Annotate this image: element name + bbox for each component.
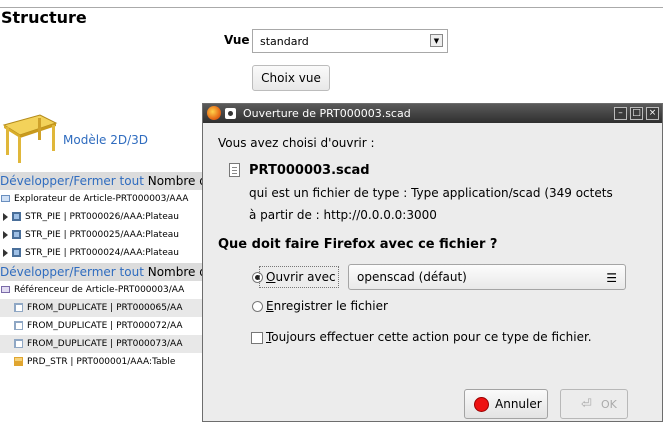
always-do-label[interactable]: Toujours effectuer cette action pour ce … [266, 330, 592, 344]
tree-row[interactable]: FROM_DUPLICATE | PRT000073/AA [0, 335, 205, 353]
open-with-label[interactable]: Ouvrir avec [266, 270, 336, 284]
save-file-radio[interactable] [252, 301, 263, 312]
tree-row-label: Explorateur de Article-PRT000003/AAA [14, 194, 189, 204]
tree-row-label: FROM_DUPLICATE | PRT000073/AA [27, 339, 183, 349]
explorer-icon [1, 195, 10, 202]
table-3d-icon[interactable] [0, 107, 58, 165]
section-count-label: Nombre de [147, 265, 205, 279]
section-count-label: Nombre de [147, 174, 205, 188]
expand-collapse-all-link[interactable]: Développer/Fermer tout [0, 174, 144, 188]
page-title: Structure [1, 8, 87, 27]
dialog-title: Ouverture de PRT000003.scad [243, 107, 411, 120]
choix-vue-button[interactable]: Choix vue [252, 65, 330, 91]
stop-icon [474, 397, 489, 412]
vue-select[interactable]: standard ▼ [252, 29, 448, 53]
tree-row[interactable]: STR_PIE | PRT000024/AAA:Plateau [0, 244, 205, 262]
ok-button-label: OK [601, 398, 617, 411]
tree-row-label: STR_PIE | PRT000024/AAA:Plateau [25, 248, 179, 258]
ok-button[interactable]: ⏎ OK [560, 389, 628, 419]
firefox-icon [207, 106, 221, 120]
tree-row-label: PRD_STR | PRT000001/AAA:Table [27, 357, 176, 367]
tree-section-header: Développer/Fermer tout Nombre de [0, 172, 205, 190]
expand-arrow-icon[interactable] [3, 248, 8, 257]
maximize-icon[interactable]: □ [630, 107, 643, 120]
expand-arrow-icon[interactable] [3, 212, 8, 221]
referencer-icon [1, 286, 10, 293]
product-icon [14, 357, 23, 366]
tree-row-label: FROM_DUPLICATE | PRT000065/AA [27, 303, 183, 313]
save-file-label[interactable]: Enregistrer le fichier [266, 299, 388, 313]
close-icon[interactable]: × [646, 107, 659, 120]
enter-arrow-icon: ⏎ [581, 397, 592, 412]
file-icon [229, 163, 240, 177]
expand-collapse-all-link[interactable]: Développer/Fermer tout [0, 265, 144, 279]
tree-section-header: Développer/Fermer tout Nombre de [0, 263, 205, 281]
file-type-line: qui est un fichier de type : Type applic… [249, 186, 613, 200]
cancel-button-label: Annuler [495, 397, 542, 411]
duplicate-icon [14, 339, 23, 348]
part-icon [12, 230, 21, 239]
duplicate-icon [14, 303, 23, 312]
tree-row[interactable]: STR_PIE | PRT000025/AAA:Plateau [0, 226, 205, 244]
minimize-icon[interactable]: – [614, 107, 627, 120]
top-divider [0, 7, 663, 8]
tree-row[interactable]: Explorateur de Article-PRT000003/AAA [0, 190, 205, 208]
model-2d3d-link[interactable]: Modèle 2D/3D [63, 133, 148, 147]
cancel-button[interactable]: Annuler [464, 389, 548, 419]
tree-row[interactable]: FROM_DUPLICATE | PRT000065/AA [0, 299, 205, 317]
chevron-down-icon[interactable]: ▼ [430, 34, 443, 47]
tree-row-label: FROM_DUPLICATE | PRT000072/AA [27, 321, 183, 331]
tree-row[interactable]: PRD_STR | PRT000001/AAA:Table [0, 353, 205, 371]
tree-row-label: STR_PIE | PRT000025/AAA:Plateau [25, 230, 179, 240]
tree-row-label: Référenceur de Article-PRT000003/AA [14, 285, 185, 295]
action-question: Que doit faire Firefox avec ce fichier ? [218, 237, 498, 252]
expand-arrow-icon[interactable] [3, 230, 8, 239]
window-menu-icon[interactable] [225, 108, 236, 119]
duplicate-icon [14, 321, 23, 330]
dialog-titlebar[interactable]: Ouverture de PRT000003.scad – □ × [203, 104, 662, 123]
file-name: PRT000003.scad [249, 163, 370, 178]
dropdown-menu-icon: ☰ [606, 271, 617, 285]
file-source-line: à partir de : http://0.0.0.0:3000 [249, 208, 437, 222]
tree-row[interactable]: FROM_DUPLICATE | PRT000072/AA [0, 317, 205, 335]
dialog-intro: Vous avez choisi d'ouvrir : [218, 136, 375, 150]
part-icon [12, 248, 21, 257]
open-file-dialog: Ouverture de PRT000003.scad – □ × Vous a… [202, 103, 663, 422]
always-do-checkbox[interactable] [251, 332, 263, 344]
vue-label: Vue [224, 33, 250, 47]
tree-row[interactable]: STR_PIE | PRT000026/AAA:Plateau [0, 208, 205, 226]
tree-row-label: STR_PIE | PRT000026/AAA:Plateau [25, 212, 179, 222]
part-icon [12, 212, 21, 221]
tree-row[interactable]: Référenceur de Article-PRT000003/AA [0, 281, 205, 299]
vue-select-value: standard [260, 35, 309, 48]
application-select-value: openscad (défaut) [357, 270, 467, 284]
application-select[interactable]: openscad (défaut) ☰ [348, 264, 626, 290]
